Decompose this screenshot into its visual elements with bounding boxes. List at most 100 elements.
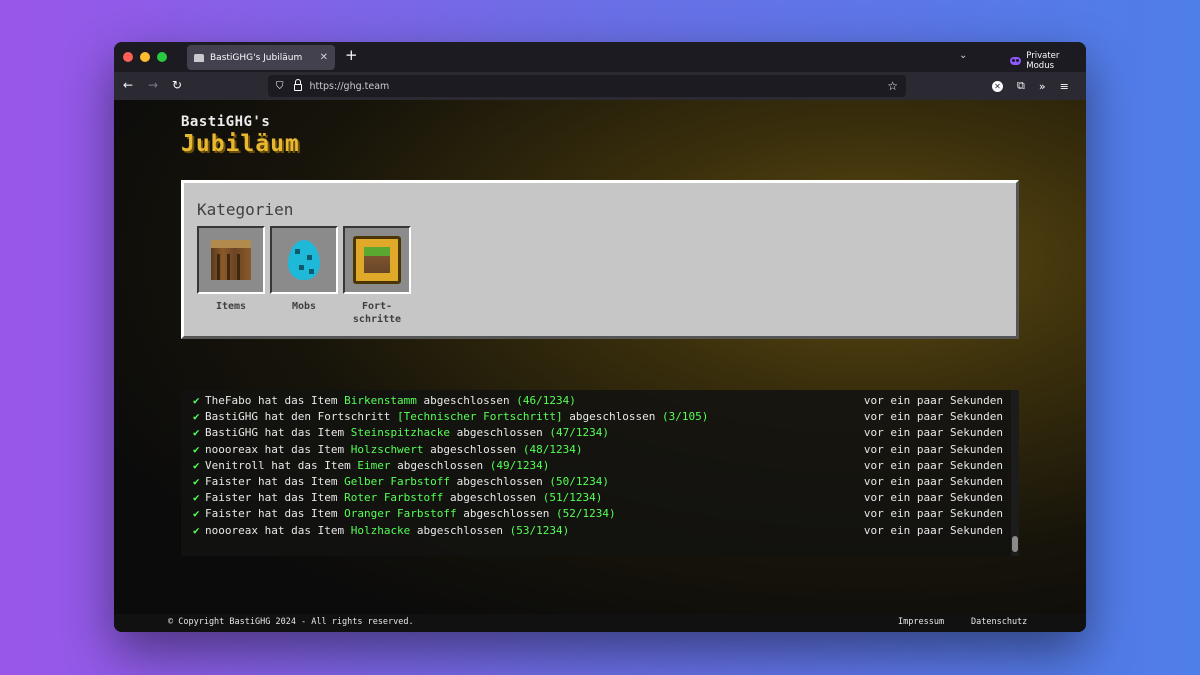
private-mode-indicator: Privater Modus <box>1010 51 1086 71</box>
feed-row-player-text: noooreax hat das Item <box>205 442 351 456</box>
feed-row-progress-count: (49/1234) <box>489 458 550 472</box>
feed-row-item-name: Gelber Farbstoff <box>344 475 451 488</box>
advancement-frame-icon <box>353 236 401 284</box>
feed-row: ✔ Venitroll hat das Item Eimer abgeschlos… <box>193 458 1003 474</box>
close-window-button[interactable] <box>123 52 133 62</box>
feed-row: ✔ Faister hat das Item Oranger Farbstoff … <box>193 506 1003 522</box>
category-items-label: Items <box>215 301 247 312</box>
feed-row-action-text: abgeschlossen <box>562 410 662 424</box>
feed-row-timestamp: vor ein paar Sekunden <box>863 410 1003 424</box>
feed-row-player-text: Venitroll hat das Item <box>205 458 358 472</box>
feed-row-player-text: BastiGHG hat das Item <box>205 426 351 440</box>
feed-row-timestamp: vor ein paar Sekunden <box>863 442 1003 456</box>
url-bar[interactable]: ⛉ https://ghg.team ☆ <box>268 75 906 97</box>
extensions-puzzle-icon[interactable]: ⧉ <box>1017 79 1025 93</box>
feed-row: ✔ TheFabo hat das Item Birkenstamm abgesc… <box>193 393 1003 409</box>
feed-row-player-text: BastiGHG hat den Fortschritt <box>205 410 398 424</box>
feed-row-action-text: abgeschlossen <box>443 491 543 505</box>
feed-row-progress-count: (50/1234) <box>549 475 609 488</box>
feed-row-progress-count: (46/1234) <box>516 394 576 407</box>
impressum-link[interactable]: Impressum <box>898 617 944 627</box>
feed-row-item-name: Holzschwert <box>350 442 424 456</box>
category-items[interactable]: Items <box>197 226 265 313</box>
tab-title: BastiGHG's Jubiläum <box>210 52 303 63</box>
feed-row-action-text: abgeschlossen <box>390 458 490 472</box>
feed-row-timestamp: vor ein paar Sekunden <box>863 394 1003 407</box>
feed-row-action-text: abgeschlossen <box>456 507 557 521</box>
check-icon: ✔ <box>193 475 200 488</box>
navigation-bar: ← → ↻ ⛉ https://ghg.team ☆ ✕ ⧉ » ≡ <box>114 72 1086 100</box>
tracking-shield-icon[interactable]: ⛉ <box>276 81 284 92</box>
page-content: BastiGHG's Jubiläum Kategorien Items Mob… <box>114 100 1086 632</box>
feed-row-timestamp: vor ein paar Sekunden <box>863 491 1003 505</box>
feed-row-action-text: abgeschlossen <box>416 394 517 407</box>
category-mobs[interactable]: Mobs <box>270 226 338 313</box>
check-icon: ✔ <box>193 442 200 456</box>
url-text[interactable]: https://ghg.team <box>310 81 888 92</box>
tab-bar: BastiGHG's Jubiläum ✕ + ⌄ Privater Modus <box>114 42 1086 72</box>
feed-scrollbar[interactable] <box>1011 390 1019 556</box>
category-advancements-label: Fort- schritte <box>352 301 402 325</box>
feed-row: ✔ Faister hat das Item Roter Farbstoff ab… <box>193 490 1003 506</box>
feed-row: ✔ Faister hat das Item Gelber Farbstoff a… <box>193 474 1003 490</box>
reload-icon[interactable]: ↻ <box>172 77 182 93</box>
toolbar-right: ✕ ⧉ » ≡ <box>992 79 1069 93</box>
check-icon: ✔ <box>193 507 200 521</box>
minimize-window-button[interactable] <box>140 52 150 62</box>
back-arrow-icon[interactable]: ← <box>123 77 133 93</box>
browser-window: BastiGHG's Jubiläum ✕ + ⌄ Privater Modus… <box>114 42 1086 632</box>
feed-row-action-text: abgeschlossen <box>423 442 523 456</box>
check-icon: ✔ <box>193 458 200 472</box>
forward-arrow-icon[interactable]: → <box>148 77 158 93</box>
copyright-text: © Copyright BastiGHG 2024 - All rights r… <box>168 617 414 627</box>
check-icon: ✔ <box>193 491 200 505</box>
oak-log-icon <box>211 240 251 280</box>
tab-active[interactable]: BastiGHG's Jubiläum ✕ <box>187 45 335 70</box>
feed-scrollbar-thumb[interactable] <box>1012 536 1018 552</box>
feed-row-timestamp: vor ein paar Sekunden <box>863 458 1003 472</box>
check-icon: ✔ <box>193 523 200 537</box>
brand-subtitle[interactable]: BastiGHG's <box>181 114 270 130</box>
feed-row-timestamp: vor ein paar Sekunden <box>863 475 1003 488</box>
feed-row-item-name: Roter Farbstoff <box>344 491 444 505</box>
feed-row: ✔ noooreax hat das Item Holzschwert abges… <box>193 442 1003 458</box>
new-tab-button[interactable]: + <box>345 48 358 63</box>
feed-row-timestamp: vor ein paar Sekunden <box>863 507 1003 521</box>
lock-icon[interactable] <box>293 79 302 91</box>
feed-row: ✔ noooreax hat das Item Holzhacke abgesch… <box>193 523 1003 539</box>
feed-row-action-text: abgeschlossen <box>410 523 510 537</box>
extension-x-icon[interactable]: ✕ <box>992 80 1003 92</box>
window-controls <box>123 52 167 62</box>
feed-row-item-name: Eimer <box>357 458 391 472</box>
feed-row-progress-count: (3/105) <box>661 410 709 424</box>
zoom-window-button[interactable] <box>157 52 167 62</box>
datenschutz-link[interactable]: Datenschutz <box>971 617 1027 627</box>
feed-row: ✔ BastiGHG hat das Item Steinspitzhacke a… <box>193 425 1003 441</box>
brand-title[interactable]: Jubiläum <box>181 131 300 157</box>
activity-feed[interactable]: ✔ TheFabo hat das Item Birkenstamm abgesc… <box>181 390 1019 556</box>
feed-row-item-name: [Technischer Fortschritt] <box>397 410 563 424</box>
feed-row-progress-count: (47/1234) <box>549 426 609 440</box>
feed-row-timestamp: vor ein paar Sekunden <box>863 426 1003 440</box>
category-mobs-slot[interactable] <box>270 226 338 294</box>
feed-row-progress-count: (51/1234) <box>542 491 603 505</box>
check-icon: ✔ <box>193 426 200 440</box>
tab-close-icon[interactable]: ✕ <box>320 52 328 63</box>
feed-row-player-text: Faister hat das Item <box>205 491 345 505</box>
page-footer: © Copyright BastiGHG 2024 - All rights r… <box>114 614 1086 632</box>
feed-row-progress-count: (52/1234) <box>556 507 616 521</box>
private-mask-icon <box>1010 57 1022 65</box>
category-advancements[interactable]: Fort- schritte <box>343 226 411 326</box>
grass-block-icon <box>364 247 390 273</box>
category-items-slot[interactable] <box>197 226 265 294</box>
category-advancements-slot[interactable] <box>343 226 411 294</box>
categories-title: Kategorien <box>197 200 294 219</box>
bookmark-star-icon[interactable]: ☆ <box>887 79 898 93</box>
tab-list-chevron-icon[interactable]: ⌄ <box>959 50 967 61</box>
menu-hamburger-icon[interactable]: ≡ <box>1060 80 1069 93</box>
feed-row-player-text: Faister hat das Item <box>205 507 345 521</box>
overflow-chevrons-icon[interactable]: » <box>1039 80 1046 93</box>
feed-row-item-name: Steinspitzhacke <box>350 426 451 440</box>
feed-row-item-name: Birkenstamm <box>344 394 417 407</box>
feed-row: ✔ BastiGHG hat den Fortschritt [Technisch… <box>193 409 1003 425</box>
